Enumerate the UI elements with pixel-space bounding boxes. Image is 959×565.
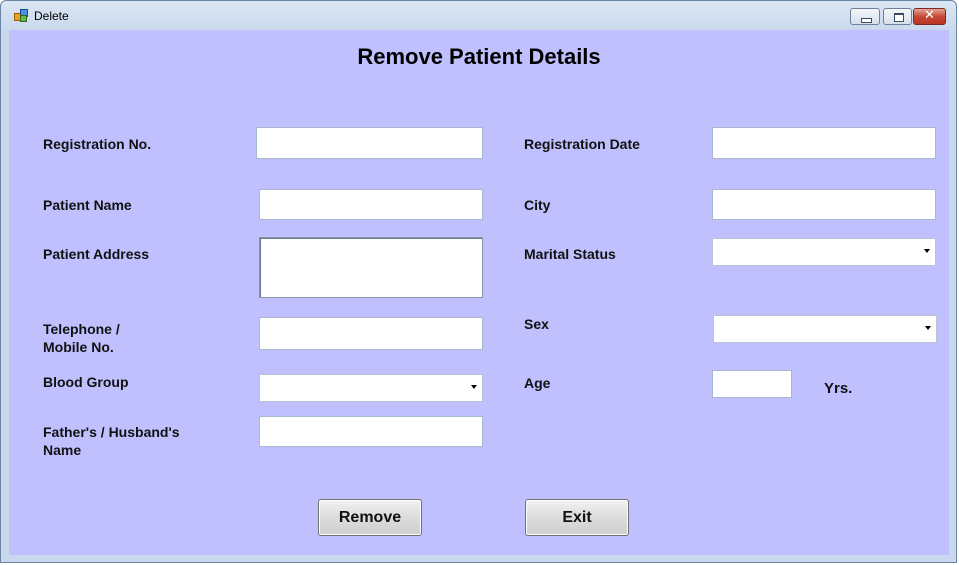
registration-date-label: Registration Date [524, 136, 640, 152]
remove-button[interactable]: Remove [318, 499, 422, 536]
app-icon[interactable] [14, 9, 28, 22]
marital-status-select[interactable] [712, 238, 936, 266]
father-husband-label-line2: Name [43, 442, 82, 458]
minimize-icon [861, 18, 872, 23]
window-title: Delete [34, 9, 69, 23]
page-title: Remove Patient Details [357, 44, 601, 69]
telephone-label-line1: Telephone / [43, 321, 120, 337]
registration-date-input[interactable] [712, 127, 936, 159]
telephone-input[interactable] [259, 317, 483, 350]
patient-address-label: Patient Address [43, 246, 150, 262]
telephone-label-line2: Mobile No. [43, 339, 114, 355]
minimize-button[interactable] [850, 8, 880, 25]
father-husband-name-input[interactable] [259, 416, 483, 447]
telephone-label: Telephone / Mobile No. [43, 320, 120, 356]
chevron-down-icon [925, 326, 931, 330]
delete-window: Delete ✕ Remove Patient Details Registra… [0, 0, 957, 563]
form-panel: Remove Patient Details Registration No. … [9, 30, 949, 555]
age-label: Age [524, 375, 551, 391]
chevron-down-icon [471, 385, 477, 389]
registration-no-input[interactable] [256, 127, 483, 159]
blood-group-label: Blood Group [43, 374, 129, 390]
patient-address-textarea[interactable] [259, 237, 483, 298]
chevron-down-icon [924, 249, 930, 253]
city-label: City [524, 197, 551, 213]
sex-label: Sex [524, 316, 549, 332]
father-husband-label: Father's / Husband's Name [43, 423, 180, 459]
registration-no-label: Registration No. [43, 136, 152, 152]
age-input[interactable] [712, 370, 792, 398]
close-button[interactable]: ✕ [913, 8, 946, 25]
patient-name-label: Patient Name [43, 197, 132, 213]
father-husband-label-line1: Father's / Husband's [43, 424, 180, 440]
maximize-icon [894, 13, 904, 22]
sex-select[interactable] [713, 315, 937, 343]
patient-name-input[interactable] [259, 189, 483, 220]
blood-group-select[interactable] [259, 374, 483, 402]
city-input[interactable] [712, 189, 936, 220]
age-unit-label: Yrs. [824, 380, 853, 397]
marital-status-label: Marital Status [524, 246, 616, 262]
exit-button[interactable]: Exit [525, 499, 629, 536]
close-icon: ✕ [924, 8, 935, 23]
title-bar[interactable]: Delete ✕ [1, 1, 956, 31]
maximize-button[interactable] [883, 8, 912, 25]
